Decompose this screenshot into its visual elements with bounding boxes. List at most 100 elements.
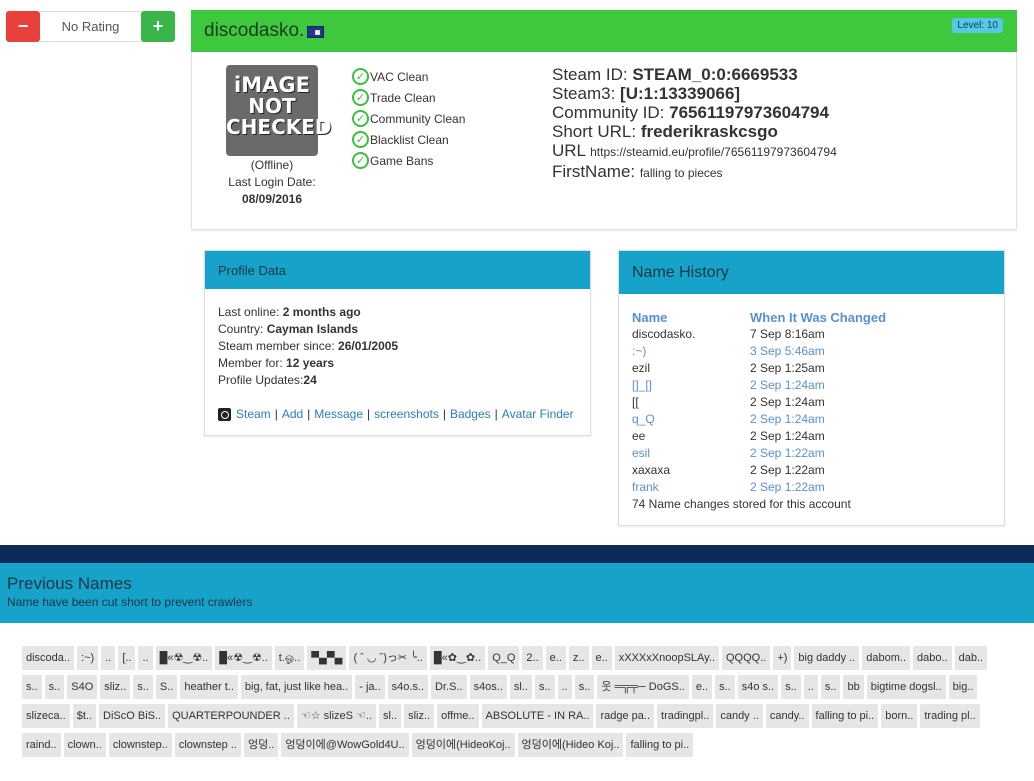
history-name: frank	[632, 480, 659, 494]
short-url-value[interactable]: frederikraskcsgo	[641, 122, 778, 141]
steam-link[interactable]: Steam	[236, 406, 271, 423]
community-id-label: Community ID:	[552, 103, 670, 122]
name-history-title: Name History	[619, 251, 1004, 294]
level-badge: Level: 10	[952, 18, 1003, 33]
rating-control: − No Rating +	[6, 11, 175, 42]
previous-name-chip: sliz..	[404, 704, 435, 728]
previous-name-chip: candy ..	[716, 704, 763, 728]
previous-name-chip: clownstep ..	[174, 733, 241, 757]
previous-name-chip: sl..	[379, 704, 402, 728]
url-row: URL https://steamid.eu/profile/765611979…	[552, 141, 837, 162]
community-id-row: Community ID: 76561197973604794	[552, 103, 837, 122]
check-label: Blacklist Clean	[370, 132, 449, 147]
previous-name-chip: s..	[133, 675, 153, 699]
previous-name-chip: discoda..	[22, 646, 75, 670]
previous-name-chip: ☜☆ slizeS ☜..	[296, 704, 377, 728]
previous-name-chip: born..	[881, 704, 918, 728]
country-value: Cayman Islands	[266, 322, 359, 336]
firstname-value: falling to pieces	[639, 166, 723, 180]
check-circle-icon: ✓	[352, 68, 369, 85]
steam-id-value[interactable]: STEAM_0:0:6669533	[632, 65, 797, 84]
message-link[interactable]: Message	[314, 406, 363, 423]
previous-name-chip: candy..	[765, 704, 809, 728]
name-changes-count: 74 Name changes stored for this account	[632, 497, 851, 511]
badges-link[interactable]: Badges	[450, 406, 491, 423]
previous-name-chip: Dr.S..	[431, 675, 467, 699]
member-for-value: 12 years	[286, 356, 335, 370]
name-history-row: esil 2 Sep 1:22am	[632, 445, 991, 462]
profile-card: iMAGE NOT CHECKED (Offline) Last Login D…	[191, 52, 1017, 230]
previous-name-chip: clown..	[63, 733, 106, 757]
previous-name-chip: ..	[557, 675, 572, 699]
previous-name-chip: 엉덩..	[243, 733, 279, 757]
last-login-label: Last Login Date:	[228, 175, 316, 189]
previous-name-chip: e..	[691, 675, 713, 699]
previous-name-chip: sliz..	[100, 675, 131, 699]
avatar-finder-link[interactable]: Avatar Finder	[502, 406, 574, 423]
check-trade: ✓ Trade Clean	[352, 87, 465, 108]
previous-name-chip: t.ஓ..	[274, 646, 305, 670]
previous-name-chip: S..	[155, 675, 178, 699]
previous-name-chip: dab..	[954, 646, 988, 670]
country-label: Country:	[218, 322, 267, 336]
profile-updates-label: Profile Updates:	[218, 373, 304, 387]
previous-name-chip: ABSOLUTE - IN RA..	[481, 704, 594, 728]
previous-name-chip: 엉덩이에@WowGold4U..	[281, 733, 409, 757]
previous-name-chip: bigtime dogsl..	[866, 675, 946, 699]
check-vac: ✓ VAC Clean	[352, 66, 465, 87]
ban-checks: ✓ VAC Clean ✓ Trade Clean ✓ Community Cl…	[352, 66, 465, 171]
previous-name-chip: heather t..	[180, 675, 238, 699]
previous-name-chip: dabom..	[862, 646, 911, 670]
firstname-label: FirstName:	[552, 162, 640, 181]
previous-name-chip: clownstep..	[108, 733, 172, 757]
history-name: [[	[632, 395, 639, 409]
check-label: Game Bans	[370, 153, 434, 168]
previous-name-chip: raind..	[22, 733, 61, 757]
previous-name-chip: big..	[948, 675, 978, 699]
name-history-row: discodasko. 7 Sep 8:16am	[632, 326, 991, 343]
member-for-row: Member for: 12 years	[218, 355, 577, 372]
steam-icon	[218, 408, 231, 421]
name-history-panel: Name History Name When It Was Changed di…	[618, 250, 1005, 526]
rate-down-button[interactable]: −	[6, 11, 40, 42]
previous-name-chip: $t..	[72, 704, 97, 728]
previous-name-chip: s..	[534, 675, 555, 699]
check-label: Trade Clean	[370, 90, 436, 105]
check-circle-icon: ✓	[352, 131, 369, 148]
history-name: []_[]	[632, 378, 653, 392]
avatar-text-line-1: iMAGE	[234, 73, 310, 97]
previous-name-chip: 엉덩이에(HideoKoj..	[411, 733, 515, 757]
name-history-row: :~) 3 Sep 5:46am	[632, 343, 991, 360]
previous-name-chip: s..	[715, 675, 735, 699]
history-date: 7 Sep 8:16am	[750, 327, 825, 341]
previous-name-chip: radge pa..	[596, 704, 655, 728]
previous-name-chip: slizeca..	[22, 704, 70, 728]
name-history-row: [[2 Sep 1:24am	[632, 394, 991, 411]
previous-name-chip: dabo..	[913, 646, 952, 670]
steam3-value[interactable]: [U:1:13339066]	[620, 84, 740, 103]
previous-name-chip: S4O	[67, 675, 98, 699]
country-row: Country: Cayman Islands	[218, 321, 577, 338]
history-date: 2 Sep 1:22am	[750, 480, 825, 494]
previous-name-chip: Q_Q	[488, 646, 520, 670]
previous-name-chip: ..	[138, 646, 153, 670]
rating-value: No Rating	[40, 11, 141, 42]
profile-updates-value: 24	[303, 373, 317, 387]
history-date: 2 Sep 1:24am	[750, 412, 825, 426]
history-date: 2 Sep 1:25am	[750, 361, 825, 375]
screenshots-link[interactable]: screenshots	[374, 406, 439, 423]
previous-names-header: Previous Names Name have been cut short …	[0, 563, 1034, 623]
avatar-meta: (Offline) Last Login Date: 08/09/2016	[210, 157, 334, 208]
community-id-value[interactable]: 76561197973604794	[669, 103, 829, 122]
history-name: :~)	[632, 344, 647, 358]
previous-name-chip: ..	[101, 646, 116, 670]
add-link[interactable]: Add	[282, 406, 303, 423]
check-blacklist: ✓ Blacklist Clean	[352, 129, 465, 150]
member-since-value: 26/01/2005	[338, 339, 399, 353]
last-online-row: Last online: 2 months ago	[218, 304, 577, 321]
rate-up-button[interactable]: +	[141, 11, 175, 42]
previous-name-chip: sl..	[509, 675, 532, 699]
url-value[interactable]: https://steamid.eu/profile/7656119797360…	[590, 145, 837, 159]
check-game-bans: ✓ Game Bans	[352, 150, 465, 171]
short-url-label: Short URL:	[552, 122, 641, 141]
